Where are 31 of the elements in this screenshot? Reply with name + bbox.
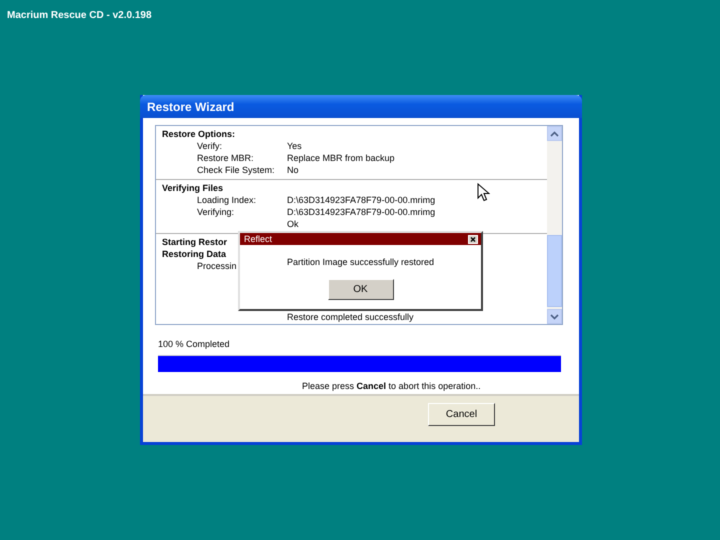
close-icon[interactable] [468, 234, 478, 244]
scroll-down-icon[interactable] [547, 309, 562, 324]
log-label: Check File System: [197, 164, 276, 176]
log-label: Verify: [197, 140, 224, 152]
scrollbar[interactable] [547, 126, 562, 324]
log-value: Ok [287, 218, 299, 230]
scroll-thumb[interactable] [547, 235, 562, 308]
log-value: Restore completed successfully [287, 311, 414, 324]
log-value: D:\63D314923FA78F79-00-00.mrimg [287, 194, 436, 206]
log-value: Yes [287, 140, 302, 152]
log-label: Verifying: [197, 206, 236, 218]
log-value: No [287, 164, 299, 176]
window-title: Restore Wizard [140, 95, 582, 118]
desktop-title: Macrium Rescue CD - v2.0.198 [7, 10, 152, 21]
log-label: Processin [197, 260, 238, 272]
cancel-button[interactable]: Cancel [428, 403, 495, 426]
ok-button[interactable]: OK [328, 279, 394, 300]
section-heading: Verifying Files [162, 182, 224, 194]
section-heading: Restore Options: [162, 128, 236, 140]
dialog-message: Partition Image successfully restored [286, 257, 434, 269]
pointer-icon [477, 183, 490, 202]
dialog-title: Reflect [244, 234, 272, 244]
progress-label: 100 % Completed [157, 338, 230, 350]
log-value: Replace MBR from backup [287, 152, 395, 164]
section-heading: Starting Restor [162, 236, 228, 248]
log-label: Restore MBR: [197, 152, 255, 164]
log-value: D:\63D314923FA78F79-00-00.mrimg [287, 206, 436, 218]
section-heading: Restoring Data [162, 248, 226, 260]
scroll-up-icon[interactable] [547, 126, 562, 142]
log-label: Loading Index: [197, 194, 258, 206]
hint-text: Please press Cancel to abort this operation.. [302, 381, 481, 394]
